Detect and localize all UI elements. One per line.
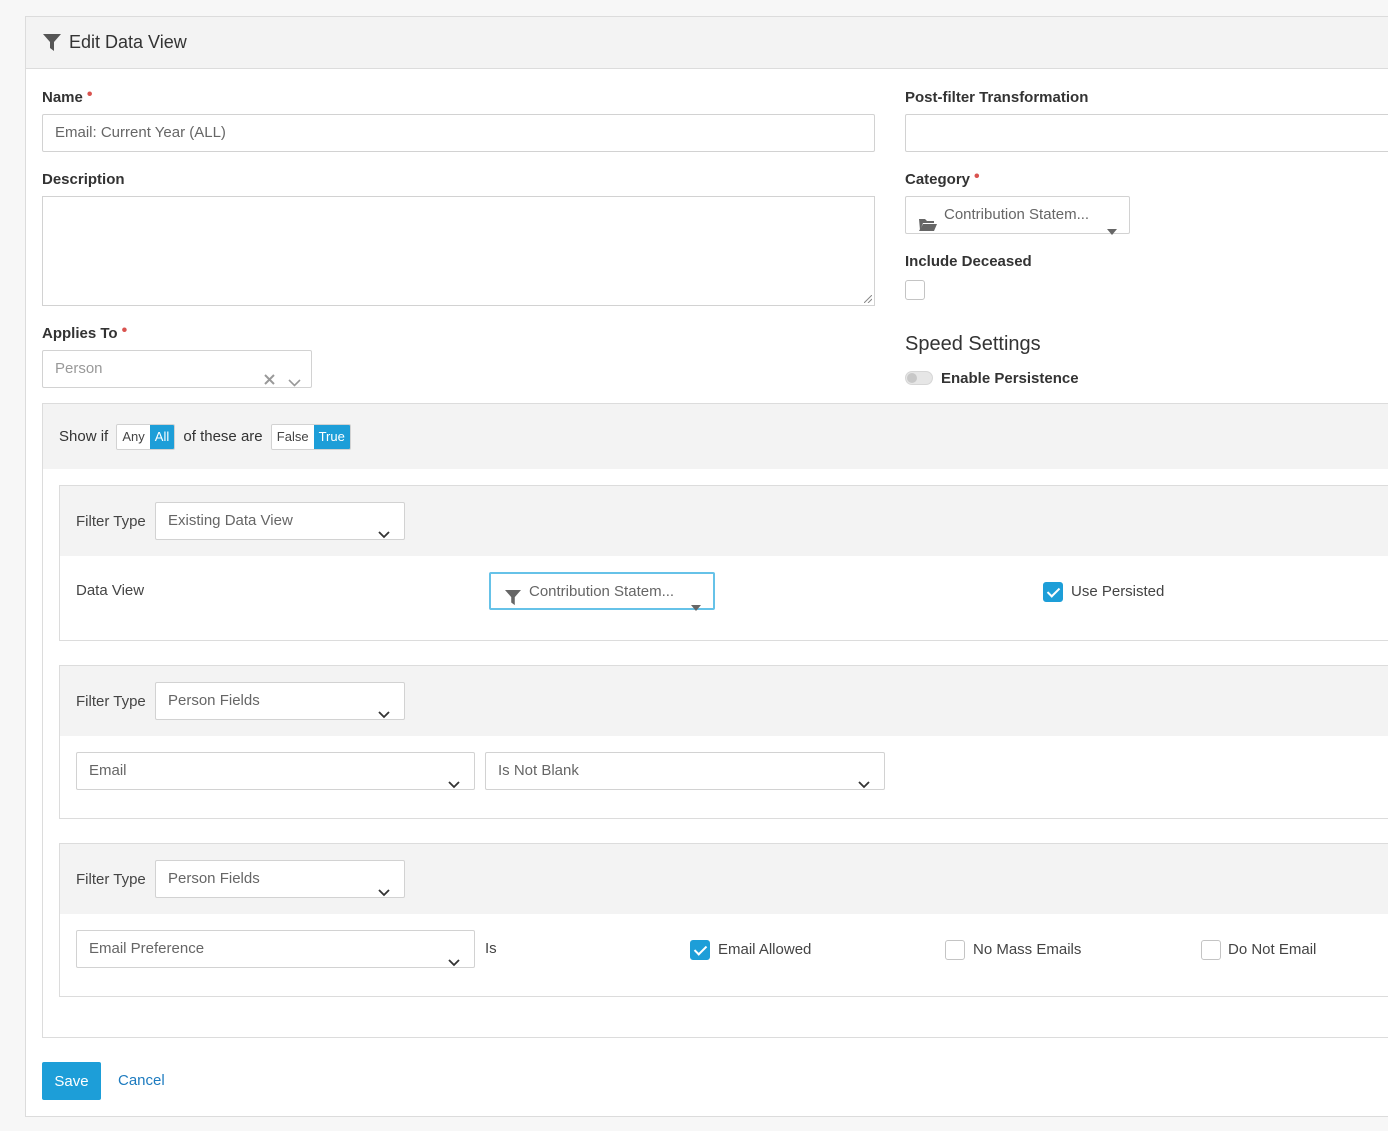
applies-to-label: Applies To bbox=[42, 325, 127, 343]
chevron-down-icon bbox=[288, 365, 301, 401]
include-deceased-label: Include Deceased bbox=[905, 253, 1032, 270]
email-allowed-label: Email Allowed bbox=[718, 941, 812, 958]
enable-persistence-toggle[interactable] bbox=[905, 371, 933, 385]
true-false-toggle[interactable]: False True bbox=[270, 424, 351, 450]
filter-type-select[interactable]: Person Fields bbox=[155, 682, 405, 720]
speed-settings-heading: Speed Settings bbox=[905, 333, 1041, 355]
false-option[interactable]: False bbox=[271, 425, 314, 449]
save-button[interactable]: Save bbox=[42, 1062, 101, 1100]
do-not-email-label: Do Not Email bbox=[1228, 941, 1317, 958]
is-label: Is bbox=[485, 940, 497, 957]
field-value: Email Preference bbox=[89, 940, 205, 957]
include-deceased-checkbox[interactable] bbox=[905, 280, 925, 300]
category-picker[interactable]: Contribution Statem... bbox=[905, 196, 1130, 235]
any-option[interactable]: Any bbox=[117, 425, 150, 449]
panel-heading: Edit Data View bbox=[26, 17, 1388, 69]
description-textarea[interactable] bbox=[42, 196, 875, 306]
no-mass-emails-label: No Mass Emails bbox=[973, 941, 1082, 958]
chevron-down-icon bbox=[448, 767, 460, 803]
filter-group-header: Show if Any All of these are False True bbox=[43, 404, 1388, 469]
data-view-label: Data View bbox=[76, 582, 145, 599]
field-select[interactable]: Email Preference bbox=[76, 930, 475, 968]
filter-type-value: Existing Data View bbox=[168, 512, 293, 529]
field-value: Email bbox=[89, 762, 127, 779]
comparison-value: Is Not Blank bbox=[498, 762, 579, 779]
use-persisted-checkbox[interactable] bbox=[1043, 582, 1063, 602]
use-persisted-label: Use Persisted bbox=[1071, 583, 1165, 600]
show-if-label: Show if bbox=[59, 427, 109, 445]
name-input[interactable]: Email: Current Year (ALL) bbox=[42, 114, 875, 152]
edit-data-view-panel: Edit Data View Name Email: Current Year … bbox=[25, 16, 1388, 1117]
filter-type-select[interactable]: Person Fields bbox=[155, 860, 405, 898]
filter-type-label: Filter Type bbox=[76, 693, 146, 710]
all-option[interactable]: All bbox=[149, 425, 175, 449]
filter-type-label: Filter Type bbox=[76, 513, 146, 530]
of-these-are-label: of these are bbox=[183, 427, 263, 445]
any-all-toggle[interactable]: Any All bbox=[116, 424, 176, 450]
comparison-select[interactable]: Is Not Blank bbox=[485, 752, 885, 790]
clear-icon[interactable] bbox=[264, 363, 275, 399]
chevron-down-icon bbox=[858, 767, 870, 803]
chevron-down-icon bbox=[448, 945, 460, 981]
do-not-email-checkbox[interactable] bbox=[1201, 940, 1221, 960]
filter-person-fields-email-preference: Filter Type Person Fields Email Preferen… bbox=[59, 843, 1388, 997]
category-label: Category bbox=[905, 171, 980, 189]
enable-persistence-label: Enable Persistence bbox=[941, 370, 1079, 387]
applies-to-select[interactable]: Person bbox=[42, 350, 312, 388]
page-title: Edit Data View bbox=[69, 32, 187, 52]
post-filter-label: Post-filter Transformation bbox=[905, 89, 1089, 106]
filter-icon bbox=[505, 584, 521, 620]
filter-icon bbox=[43, 34, 61, 57]
chevron-down-icon bbox=[378, 517, 390, 553]
category-value: Contribution Statem... bbox=[944, 206, 1090, 223]
resize-handle-icon bbox=[864, 295, 872, 303]
filter-type-value: Person Fields bbox=[168, 692, 260, 709]
filter-group: Show if Any All of these are False True Fi… bbox=[42, 403, 1388, 1038]
chevron-down-icon bbox=[378, 697, 390, 733]
filter-type-value: Person Fields bbox=[168, 870, 260, 887]
caret-down-icon bbox=[691, 589, 701, 625]
filter-type-label: Filter Type bbox=[76, 871, 146, 888]
description-label: Description bbox=[42, 171, 125, 188]
caret-down-icon bbox=[1107, 213, 1117, 249]
filter-type-select[interactable]: Existing Data View bbox=[155, 502, 405, 540]
post-filter-input[interactable] bbox=[905, 114, 1388, 152]
applies-to-value: Person bbox=[55, 360, 103, 377]
no-mass-emails-checkbox[interactable] bbox=[945, 940, 965, 960]
field-select[interactable]: Email bbox=[76, 752, 475, 790]
cancel-link[interactable]: Cancel bbox=[118, 1072, 165, 1089]
filter-person-fields-email: Filter Type Person Fields Email Is Not B… bbox=[59, 665, 1388, 819]
chevron-down-icon bbox=[378, 875, 390, 911]
data-view-picker[interactable]: Contribution Statem... bbox=[489, 572, 715, 611]
email-allowed-checkbox[interactable] bbox=[690, 940, 710, 960]
folder-open-icon bbox=[919, 209, 937, 245]
true-option[interactable]: True bbox=[313, 425, 350, 449]
filter-existing-data-view: Filter Type Existing Data View Data View… bbox=[59, 485, 1388, 641]
data-view-value: Contribution Statem... bbox=[529, 583, 675, 600]
name-label: Name bbox=[42, 89, 92, 107]
